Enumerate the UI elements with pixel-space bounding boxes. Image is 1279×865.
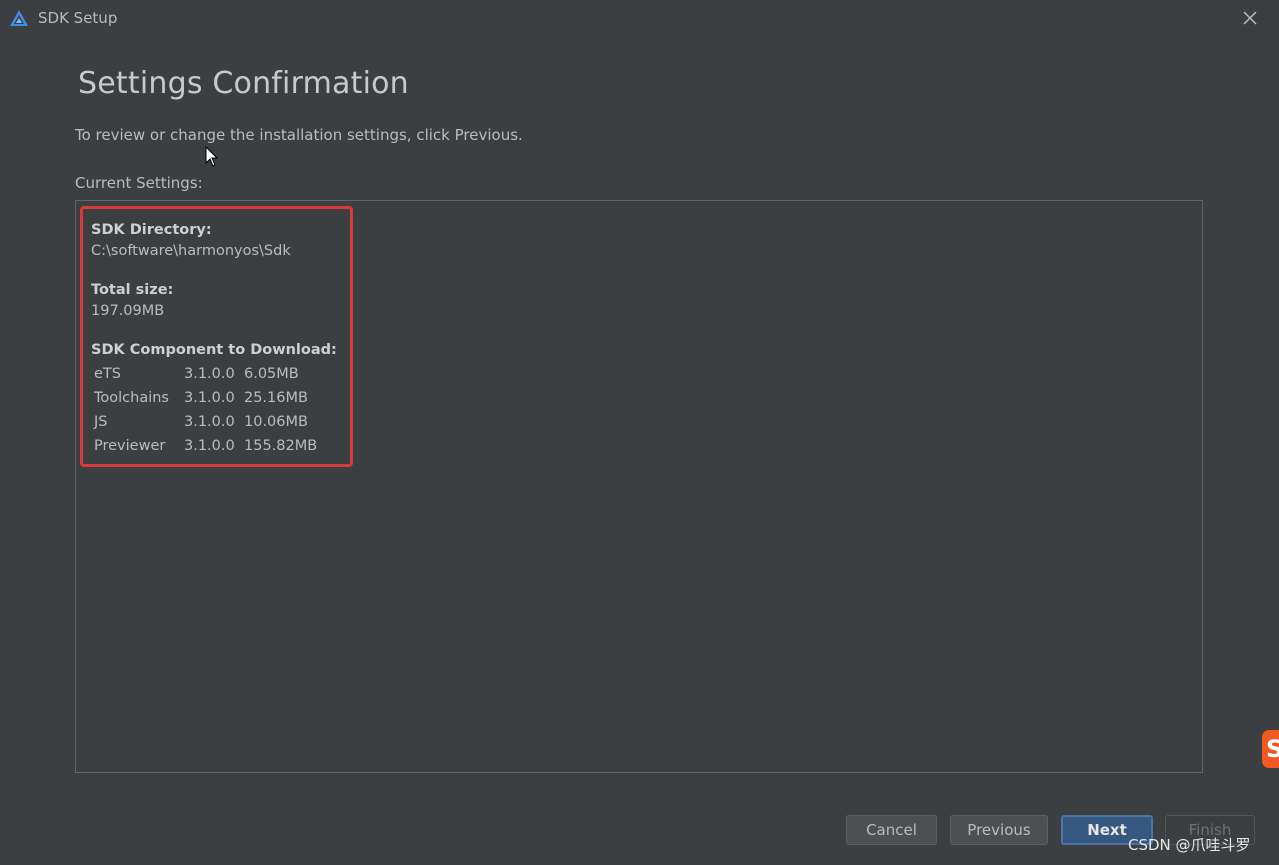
component-version: 3.1.0.0 (184, 390, 235, 406)
components-table: eTS 3.1.0.0 6.05MB Toolchains 3.1.0.0 25… (91, 362, 317, 458)
component-size: 155.82MB (244, 438, 318, 454)
component-version: 3.1.0.0 (184, 366, 235, 382)
component-name: Toolchains (94, 390, 169, 406)
component-name: Previewer (94, 438, 166, 454)
component-name: JS (94, 414, 108, 430)
cancel-button[interactable]: Cancel (846, 815, 937, 845)
component-version: 3.1.0.0 (184, 438, 235, 454)
settings-summary: SDK Directory: C:\software\harmonyos\Sdk… (91, 220, 337, 458)
side-badge-icon[interactable]: S (1262, 730, 1279, 768)
harmony-triangle-icon (10, 10, 28, 26)
component-size: 6.05MB (244, 366, 299, 382)
side-badge-letter: S (1266, 735, 1279, 763)
component-size: 25.16MB (244, 390, 308, 406)
sdk-directory-value: C:\software\harmonyos\Sdk (91, 243, 291, 259)
title-bar: SDK Setup (0, 0, 1279, 36)
page-title: Settings Confirmation (78, 66, 409, 101)
mouse-cursor-icon (205, 146, 219, 167)
component-name: eTS (94, 366, 121, 382)
sdk-directory-label: SDK Directory: (91, 222, 212, 238)
table-row: Previewer 3.1.0.0 155.82MB (91, 434, 317, 458)
close-icon[interactable] (1239, 7, 1261, 29)
watermark: CSDN @爪哇斗罗 (1128, 836, 1251, 854)
instruction-text: To review or change the installation set… (75, 126, 523, 144)
window-title: SDK Setup (38, 9, 118, 27)
total-size-label: Total size: (91, 282, 174, 298)
current-settings-label: Current Settings: (75, 174, 203, 192)
previous-button[interactable]: Previous (950, 815, 1048, 845)
table-row: JS 3.1.0.0 10.06MB (91, 410, 317, 434)
components-label: SDK Component to Download: (91, 342, 337, 358)
total-size-value: 197.09MB (91, 303, 165, 319)
table-row: eTS 3.1.0.0 6.05MB (91, 362, 317, 386)
table-row: Toolchains 3.1.0.0 25.16MB (91, 386, 317, 410)
component-version: 3.1.0.0 (184, 414, 235, 430)
component-size: 10.06MB (244, 414, 308, 430)
